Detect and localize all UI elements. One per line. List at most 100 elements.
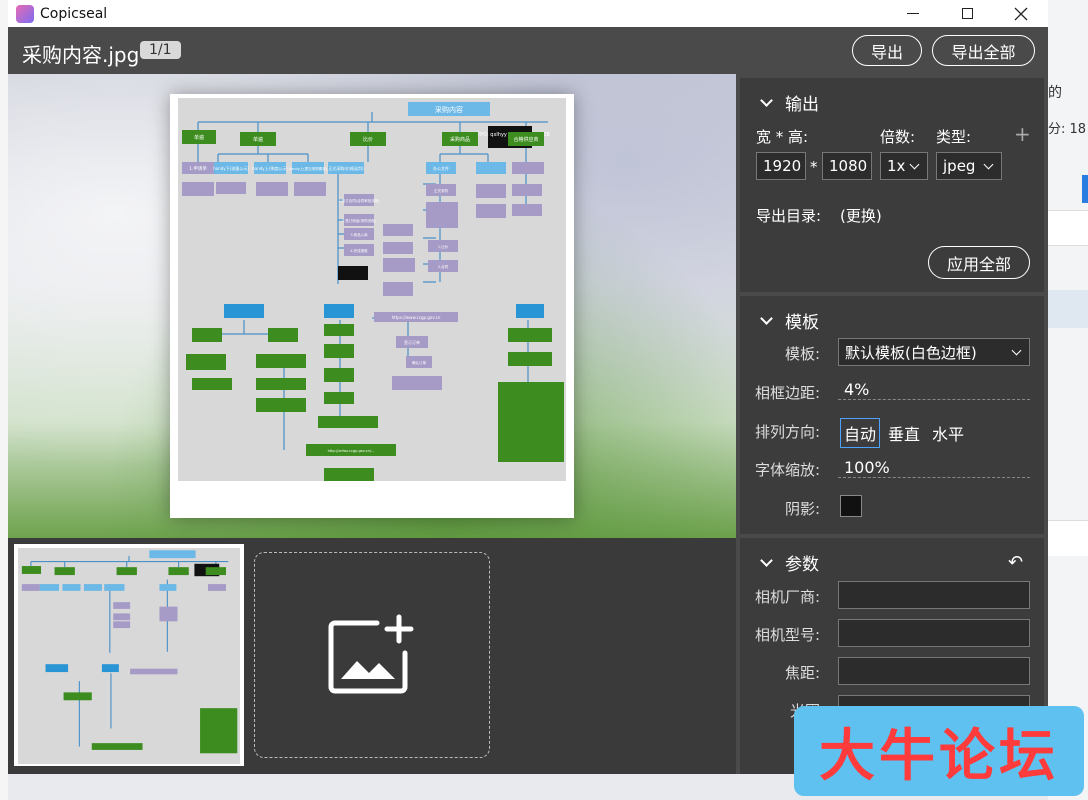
diagram-node: https://www.ccgp.gov.cn [392,315,441,320]
diagram-node: 办公文件 [433,165,449,171]
add-preset-icon[interactable]: + [1014,122,1031,146]
background-text: 的 [1048,85,1062,101]
diagram-node: 4.完成报账 [350,248,368,253]
template-panel: 模板 模板: 默认模板(白色边框) 相框边距: 4% 排列方向: 自动 垂直 水… [740,296,1044,534]
close-button[interactable] [994,0,1048,27]
diagram-node: 1.比价 [438,244,449,249]
add-image-icon [328,614,414,694]
diagram-title: 采购内容 [435,105,463,114]
export-button[interactable]: 导出 [852,35,922,66]
diagram-node: 2.合同 [438,264,449,269]
direction-label: 排列方向: [754,423,820,441]
template-panel-header[interactable]: 模板 [760,308,819,333]
chevron-down-icon [760,93,773,107]
direction-vertical-option[interactable]: 垂直 [888,421,920,445]
diagram-node: 正式采购 [434,188,448,193]
diagram-node: 确认订单 [412,360,426,365]
watermark-text: 大牛论坛 [819,723,1059,789]
background-desktop-left [0,0,8,800]
background-desktop-right: 的 分: 18 [1048,0,1088,800]
diagram-node: 1.签订合同(合同审批流程) [338,198,380,203]
app-title: Copicseal [40,5,108,22]
params-panel-header[interactable]: 参数 [760,550,819,575]
diagram-node: handy上(提交采购需求) [289,166,328,171]
scale-value: 1x [887,157,906,175]
chevron-down-icon [909,159,920,170]
template-label: 模板: [784,345,820,363]
page-badge: 1/1 [140,41,181,59]
template-value: 默认模板(白色边框) [845,343,977,362]
title-bar[interactable]: Copicseal [8,0,1048,27]
camera-model-input[interactable] [838,619,1030,647]
thumbnail-item[interactable] [14,544,244,766]
thumbnail-image [18,548,240,764]
minimize-icon [907,13,919,14]
chevron-down-icon [983,159,994,170]
diagram-node: 采购商品 [450,136,470,143]
export-panel-header[interactable]: 输出 [760,90,819,115]
margin-label: 相框边距: [754,384,820,402]
diagram-node: 2.签订商品(采购流程) [342,218,377,223]
template-panel-title: 模板 [785,313,819,333]
camera-maker-input[interactable] [838,581,1030,609]
maximize-icon [961,8,973,19]
camera-maker-label: 相机厂商: [754,588,820,606]
font-scale-input[interactable]: 100% [838,458,1030,478]
app-logo-icon [16,4,34,23]
margin-input[interactable]: 4% [838,380,1030,400]
shadow-color-swatch[interactable] [840,495,862,517]
apply-all-button[interactable]: 应用全部 [928,246,1030,279]
close-icon [1014,7,1028,20]
image-preview[interactable]: 采购内容 账号PO: qxlhyy Qxlhyy-0368038 单遍 单遍 比… [8,74,736,538]
width-input[interactable]: 1920 [756,152,806,180]
direction-auto-option[interactable]: 自动 [840,418,881,448]
background-row [1048,210,1088,246]
export-all-button[interactable]: 导出全部 [932,35,1035,66]
size-label: 宽 * 高: [756,128,809,146]
font-scale-label: 字体缩放: [754,461,820,479]
diagram-node: 单遍 [253,136,263,143]
reset-icon[interactable]: ↶ [1008,552,1023,573]
add-image-button[interactable] [254,552,490,758]
chevron-down-icon [760,311,773,325]
diagram-node: 单遍 [194,134,204,141]
times-sign: * [810,158,818,176]
export-panel-title: 输出 [785,95,819,115]
focal-length-label: 焦距: [784,664,820,682]
forum-watermark: 大牛论坛 [794,706,1084,796]
type-value: jpeg [943,157,976,175]
diagram-image: 采购内容 账号PO: qxlhyy Qxlhyy-0368038 单遍 单遍 比… [178,98,566,481]
diagram-node: http://zcfwz.ccgp.gov.cn/... [328,449,375,453]
shadow-label: 阴影: [784,500,820,518]
chevron-down-icon [1011,345,1022,356]
framed-image: 采购内容 账号PO: qxlhyy Qxlhyy-0368038 单遍 单遍 比… [170,94,574,518]
chevron-down-icon [760,553,773,567]
background-row [1048,520,1088,556]
type-select[interactable]: jpeg [936,152,1002,180]
diagram-node: 签订订单 [404,339,420,345]
background-row [1048,290,1088,328]
mindmap-diagram: 采购内容 账号PO: qxlhyy Qxlhyy-0368038 单遍 单遍 比… [182,102,564,481]
focal-length-input[interactable] [838,657,1030,685]
type-label: 类型: [936,128,972,146]
diagram-node: 1.申请单 [189,165,207,172]
height-input[interactable]: 1080 [822,152,872,180]
template-select[interactable]: 默认模板(白色边框) [838,338,1030,366]
background-text: 分: 18 [1048,122,1087,137]
app-window: Copicseal 采购内容.jpg 1/1 导出 导出全部 采购内容 账号PO… [8,0,1048,774]
diagram-node: 比价 [363,136,373,143]
scale-select[interactable]: 1x [880,152,928,180]
params-panel-title: 参数 [785,555,819,575]
background-scrollbar [1082,175,1088,203]
change-dir-link[interactable]: (更换) [840,205,882,226]
direction-horizontal-option[interactable]: 水平 [932,421,964,445]
diagram-node: 合格供应商 [513,136,538,143]
header-bar: 采购内容.jpg 1/1 导出 导出全部 [8,27,1048,74]
export-dir-label: 导出目录: [756,207,822,225]
maximize-button[interactable] [940,0,994,27]
minimize-button[interactable] [886,0,940,27]
diagram-node: handy下(流量公示) [213,165,249,171]
export-panel: 输出 宽 * 高: 倍数: 类型: + 1920 * 1080 1x jpeg … [740,78,1044,292]
file-title: 采购内容.jpg [22,43,140,67]
diagram-node: handy上(季度公示) [252,165,288,171]
